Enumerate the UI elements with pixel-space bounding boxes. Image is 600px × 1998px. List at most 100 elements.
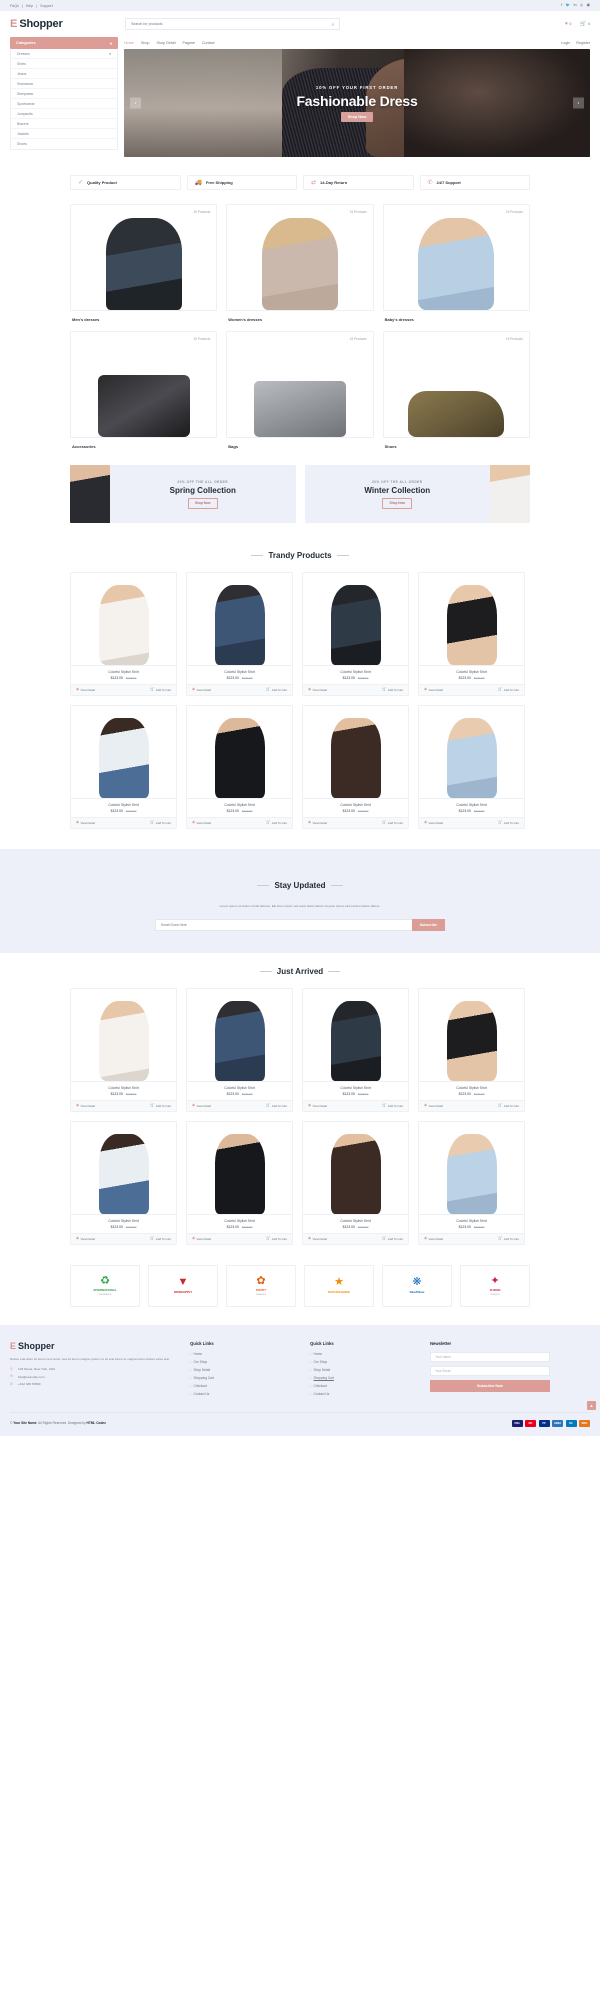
- footer-link[interactable]: › Shop Detail: [310, 1368, 420, 1372]
- add-to-cart-button[interactable]: 🛒 Add To Cart: [150, 1236, 171, 1241]
- sidebar-item-jeans[interactable]: Jeans: [11, 69, 117, 79]
- add-to-cart-button[interactable]: 🛒 Add To Cart: [150, 820, 171, 825]
- nav-item-shop-detail[interactable]: Shop Detail: [156, 41, 175, 45]
- topbar-link-faqs[interactable]: FAQs: [10, 4, 19, 8]
- product-card[interactable]: Colorful Stylish Shirt $123.00 $123.00 ◉ Vie…: [418, 705, 525, 829]
- footer-email-field[interactable]: Your Email: [430, 1365, 550, 1376]
- nav-item-shop[interactable]: Shop: [141, 41, 150, 45]
- sidebar-item-jumpsuits[interactable]: Jumpsuits: [11, 109, 117, 119]
- add-to-cart-button[interactable]: 🛒 Add To Cart: [150, 687, 171, 692]
- product-card[interactable]: Colorful Stylish Shirt $123.00 $123.00 ◉ Vie…: [302, 1120, 409, 1245]
- footer-link[interactable]: › Contact Us: [190, 1392, 300, 1396]
- newsletter-email-input[interactable]: [155, 918, 412, 931]
- sidebar-item-sportswear[interactable]: Sportswear: [11, 99, 117, 109]
- login-link[interactable]: Login: [561, 41, 570, 45]
- vendor-logo[interactable]: ❋ BluePhlare: [382, 1264, 452, 1307]
- nav-item-home[interactable]: Home: [124, 41, 134, 45]
- wishlist-button[interactable]: ♥ 0: [565, 21, 571, 27]
- product-card[interactable]: Colorful Stylish Shirt $123.00 $123.00 ◉ Vie…: [70, 705, 177, 829]
- view-detail-button[interactable]: ◉ View Detail: [76, 1103, 95, 1108]
- product-card[interactable]: Colorful Stylish Shirt $123.00 $123.00 ◉ Vie…: [186, 1120, 293, 1245]
- topbar-link-help[interactable]: Help: [26, 4, 33, 8]
- footer-name-field[interactable]: Your Name: [430, 1351, 550, 1362]
- add-to-cart-button[interactable]: 🛒 Add To Cart: [382, 687, 403, 692]
- footer-link[interactable]: › Shopping Cart: [190, 1376, 300, 1380]
- footer-logo[interactable]: E Shopper: [10, 1341, 180, 1351]
- add-to-cart-button[interactable]: 🛒 Add To Cart: [498, 687, 519, 692]
- view-detail-button[interactable]: ◉ View Detail: [424, 820, 443, 825]
- copyright-designer[interactable]: HTML Codex: [87, 1421, 106, 1425]
- add-to-cart-button[interactable]: 🛒 Add To Cart: [266, 687, 287, 692]
- product-card[interactable]: Colorful Stylish Shirt $123.00 $123.00 ◉ Vie…: [186, 705, 293, 829]
- view-detail-button[interactable]: ◉ View Detail: [192, 1103, 211, 1108]
- product-card[interactable]: Colorful Stylish Shirt $123.00 $123.00 ◉ Vie…: [186, 572, 293, 696]
- view-detail-button[interactable]: ◉ View Detail: [308, 1103, 327, 1108]
- topbar-link-support[interactable]: Support: [40, 4, 53, 8]
- product-card[interactable]: Colorful Stylish Shirt $123.00 $123.00 ◉ Vie…: [302, 987, 409, 1112]
- sidebar-item-jackets[interactable]: Jackets: [11, 129, 117, 139]
- product-card[interactable]: Colorful Stylish Shirt $123.00 $123.00 ◉ Vie…: [418, 1120, 525, 1245]
- view-detail-button[interactable]: ◉ View Detail: [308, 687, 327, 692]
- vendor-logo[interactable]: ✿ FRUITY PEBBLES: [226, 1264, 296, 1307]
- collection-banner-spring[interactable]: 20% OFF THE ALL ORDER Spring Collection …: [70, 465, 296, 523]
- category-card-shoes[interactable]: 15 Products Shoes: [382, 331, 530, 449]
- add-to-cart-button[interactable]: 🛒 Add To Cart: [266, 820, 287, 825]
- view-detail-button[interactable]: ◉ View Detail: [308, 820, 327, 825]
- sidebar-item-swimwear[interactable]: Swimwear: [11, 79, 117, 89]
- footer-link[interactable]: › Our Shop: [310, 1360, 420, 1364]
- collection-shop-now-button[interactable]: Shop Now: [382, 497, 413, 509]
- category-card-babys[interactable]: 15 Products Baby's dresses: [382, 204, 530, 322]
- collection-banner-winter[interactable]: 20% OFF THE ALL ORDER Winter Collection …: [304, 465, 530, 523]
- sidebar-item-shirts[interactable]: Shirts: [11, 59, 117, 69]
- newsletter-subscribe-button[interactable]: Subscribe: [411, 918, 445, 931]
- add-to-cart-button[interactable]: 🛒 Add To Cart: [382, 820, 403, 825]
- view-detail-button[interactable]: ◉ View Detail: [424, 1103, 443, 1108]
- search-icon[interactable]: ⌕: [331, 22, 334, 27]
- twitter-icon[interactable]: 🐦: [566, 3, 570, 8]
- vendor-logo[interactable]: ♻ INTERNATIONAL INSURANCE: [70, 1264, 140, 1307]
- view-detail-button[interactable]: ◉ View Detail: [76, 687, 95, 692]
- footer-link[interactable]: › Home: [310, 1352, 420, 1356]
- footer-link[interactable]: › Checkout: [310, 1384, 420, 1388]
- footer-link[interactable]: › Home: [190, 1352, 300, 1356]
- sidebar-item-dresses[interactable]: Dresses ▾: [11, 49, 117, 59]
- add-to-cart-button[interactable]: 🛒 Add To Cart: [498, 820, 519, 825]
- footer-link[interactable]: › Contact Us: [310, 1392, 420, 1396]
- linkedin-icon[interactable]: in: [574, 3, 577, 8]
- facebook-icon[interactable]: f: [561, 3, 562, 8]
- categories-header[interactable]: Categories ▾: [10, 37, 118, 49]
- view-detail-button[interactable]: ◉ View Detail: [308, 1236, 327, 1241]
- sidebar-item-sleepwear[interactable]: Sleepwear: [11, 89, 117, 99]
- carousel-next-button[interactable]: ›: [573, 97, 584, 109]
- footer-link[interactable]: › Our Shop: [190, 1360, 300, 1364]
- instagram-icon[interactable]: ◎: [580, 3, 583, 8]
- product-card[interactable]: Colorful Stylish Shirt $123.00 $123.00 ◉ Vie…: [302, 705, 409, 829]
- add-to-cart-button[interactable]: 🛒 Add To Cart: [498, 1103, 519, 1108]
- view-detail-button[interactable]: ◉ View Detail: [424, 687, 443, 692]
- sidebar-item-shoes[interactable]: Shoes: [11, 139, 117, 149]
- add-to-cart-button[interactable]: 🛒 Add To Cart: [266, 1103, 287, 1108]
- add-to-cart-button[interactable]: 🛒 Add To Cart: [382, 1236, 403, 1241]
- view-detail-button[interactable]: ◉ View Detail: [192, 1236, 211, 1241]
- youtube-icon[interactable]: ▣: [587, 3, 590, 8]
- add-to-cart-button[interactable]: 🛒 Add To Cart: [382, 1103, 403, 1108]
- view-detail-button[interactable]: ◉ View Detail: [192, 820, 211, 825]
- product-card[interactable]: Colorful Stylish Shirt $123.00 $123.00 ◉ Vie…: [418, 987, 525, 1112]
- vendor-logo[interactable]: ✦ FUZION SOURCE: [460, 1264, 530, 1307]
- add-to-cart-button[interactable]: 🛒 Add To Cart: [266, 1236, 287, 1241]
- product-card[interactable]: Colorful Stylish Shirt $123.00 $123.00 ◉ Vie…: [70, 987, 177, 1112]
- search-box[interactable]: ⌕: [125, 18, 340, 30]
- cart-button[interactable]: 🛒 0: [580, 21, 590, 27]
- hero-shop-now-button[interactable]: Shop Now: [340, 111, 374, 122]
- footer-link[interactable]: › Shop Detail: [190, 1368, 300, 1372]
- category-card-mens[interactable]: 15 Products Men's dresses: [70, 204, 218, 322]
- nav-item-pages[interactable]: Pages▾: [183, 41, 195, 45]
- register-link[interactable]: Register: [576, 41, 590, 45]
- product-card[interactable]: Colorful Stylish Shirt $123.00 $123.00 ◉ Vie…: [70, 1120, 177, 1245]
- product-card[interactable]: Colorful Stylish Shirt $123.00 $123.00 ◉ Vie…: [186, 987, 293, 1112]
- sidebar-item-blazers[interactable]: Blazers: [11, 119, 117, 129]
- footer-email-text[interactable]: info@example.com: [18, 1375, 45, 1379]
- footer-link[interactable]: › Checkout: [190, 1384, 300, 1388]
- vendor-logo[interactable]: ▼ WORKAPPLY: [148, 1264, 218, 1307]
- site-logo[interactable]: E Shopper: [10, 18, 125, 30]
